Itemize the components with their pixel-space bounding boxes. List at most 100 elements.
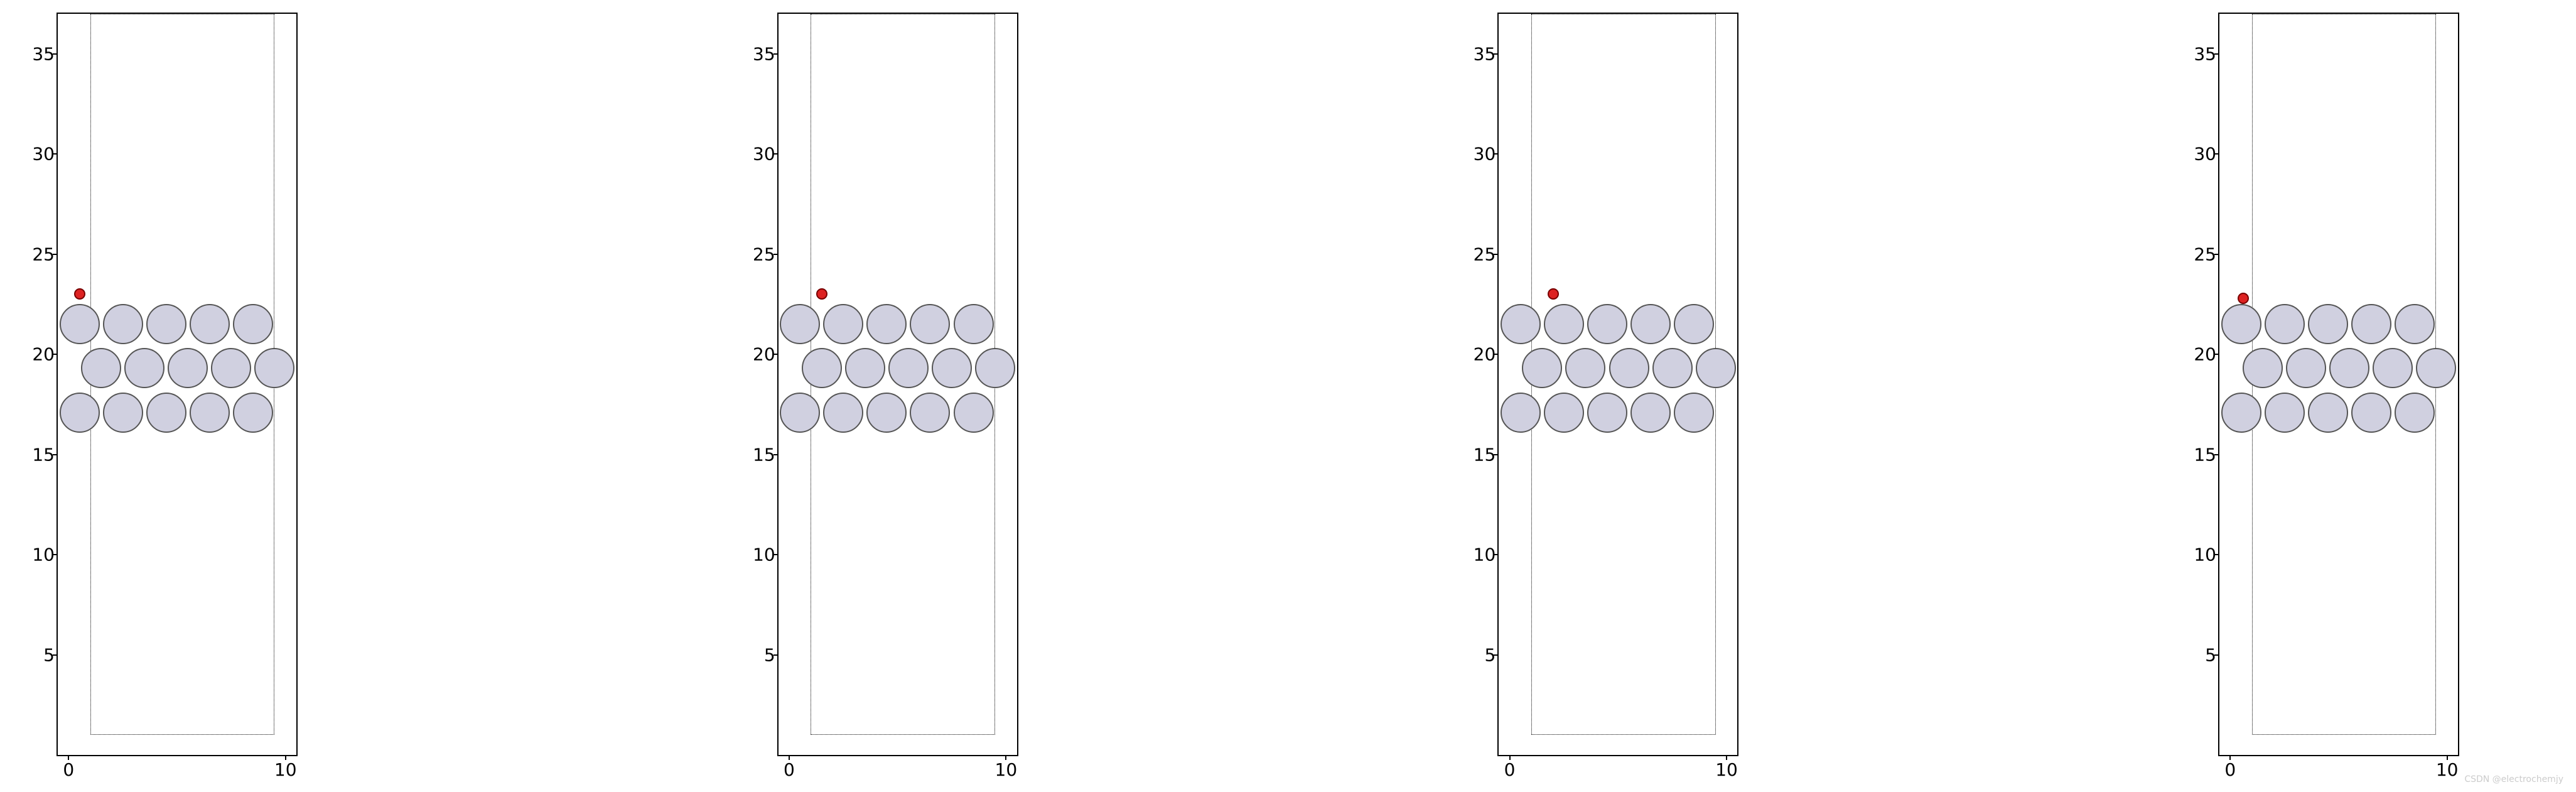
particle	[954, 393, 994, 433]
y-tick-label: 15	[26, 444, 55, 465]
watermark: CSDN @electrochemjy	[2464, 774, 2563, 784]
particle	[888, 348, 929, 388]
x-tick-label: 10	[2436, 759, 2459, 780]
particle	[1609, 348, 1649, 388]
y-tick-label: 5	[747, 644, 775, 665]
particle	[60, 393, 100, 433]
y-tick-label: 15	[1467, 444, 1495, 465]
particle	[1587, 304, 1627, 344]
particle	[2308, 393, 2348, 433]
x-tick-mark	[68, 755, 69, 760]
axes-2: 5101520253035010	[777, 13, 1018, 756]
particle	[1544, 393, 1584, 433]
y-tick-mark	[773, 454, 779, 455]
y-tick-mark	[53, 554, 58, 555]
y-tick-mark	[1494, 254, 1499, 255]
x-tick-label: 10	[1715, 759, 1738, 780]
particle	[2265, 304, 2305, 344]
particle	[190, 393, 230, 433]
particle	[2351, 304, 2391, 344]
particle	[233, 393, 273, 433]
y-tick-mark	[53, 153, 58, 155]
particle	[866, 393, 907, 433]
y-tick-mark	[53, 254, 58, 255]
y-tick-mark	[2214, 354, 2219, 355]
subplot-3: 5101520253035010	[1447, 6, 1849, 786]
particle	[1501, 304, 1541, 344]
x-tick-mark	[1726, 755, 1727, 760]
y-tick-label: 35	[747, 43, 775, 64]
y-tick-label: 5	[26, 644, 55, 665]
plot-area-3	[1499, 14, 1737, 755]
y-tick-label: 30	[26, 144, 55, 165]
particle	[2351, 393, 2391, 433]
particle	[103, 393, 143, 433]
y-tick-label: 20	[747, 344, 775, 365]
y-tick-label: 5	[1467, 644, 1495, 665]
y-tick-mark	[1494, 354, 1499, 355]
particle	[2416, 348, 2456, 388]
y-tick-label: 10	[747, 545, 775, 565]
particle	[802, 348, 842, 388]
particle	[2308, 304, 2348, 344]
x-tick-mark	[789, 755, 790, 760]
figure: 5101520253035010 5101520253035010 510152…	[6, 6, 2570, 786]
y-tick-label: 35	[2188, 43, 2216, 64]
particle	[1630, 304, 1671, 344]
y-tick-label: 35	[1467, 43, 1495, 64]
y-tick-label: 15	[747, 444, 775, 465]
particle	[190, 304, 230, 344]
y-tick-label: 25	[747, 244, 775, 264]
particle	[1652, 348, 1693, 388]
particle	[1696, 348, 1736, 388]
y-tick-label: 30	[2188, 144, 2216, 165]
x-tick-mark	[2447, 755, 2448, 760]
particle	[823, 393, 863, 433]
y-tick-label: 10	[2188, 545, 2216, 565]
plot-area-2	[779, 14, 1017, 755]
y-tick-label: 25	[26, 244, 55, 264]
particle	[2395, 393, 2435, 433]
y-tick-label: 30	[1467, 144, 1495, 165]
particle	[60, 304, 100, 344]
y-tick-label: 15	[2188, 444, 2216, 465]
y-tick-mark	[773, 554, 779, 555]
y-tick-mark	[53, 354, 58, 355]
y-tick-label: 25	[1467, 244, 1495, 264]
y-tick-mark	[2214, 454, 2219, 455]
y-tick-mark	[2214, 654, 2219, 656]
x-tick-mark	[1509, 755, 1511, 760]
y-tick-mark	[773, 153, 779, 155]
particle	[1674, 393, 1714, 433]
particle	[103, 304, 143, 344]
y-tick-mark	[773, 254, 779, 255]
particle	[954, 304, 994, 344]
y-tick-mark	[53, 53, 58, 55]
y-tick-mark	[1494, 654, 1499, 656]
x-tick-label: 0	[1504, 759, 1516, 780]
x-tick-label: 0	[2224, 759, 2236, 780]
y-tick-mark	[2214, 153, 2219, 155]
particle	[2221, 393, 2261, 433]
y-tick-mark	[773, 354, 779, 355]
y-tick-label: 10	[26, 545, 55, 565]
x-tick-mark	[285, 755, 286, 760]
plot-area-1	[58, 14, 296, 755]
y-tick-mark	[773, 654, 779, 656]
particle	[2265, 393, 2305, 433]
tracer-point	[2238, 293, 2249, 304]
particle	[845, 348, 885, 388]
y-tick-label: 5	[2188, 644, 2216, 665]
particle	[233, 304, 273, 344]
y-tick-mark	[53, 454, 58, 455]
y-tick-mark	[1494, 454, 1499, 455]
y-tick-mark	[1494, 554, 1499, 555]
particle	[1501, 393, 1541, 433]
y-tick-mark	[53, 654, 58, 656]
x-tick-label: 0	[784, 759, 795, 780]
plot-area-4	[2219, 14, 2458, 755]
y-tick-mark	[1494, 153, 1499, 155]
axes-4: 5101520253035010	[2218, 13, 2459, 756]
x-tick-mark	[2229, 755, 2231, 760]
particle	[1630, 393, 1671, 433]
